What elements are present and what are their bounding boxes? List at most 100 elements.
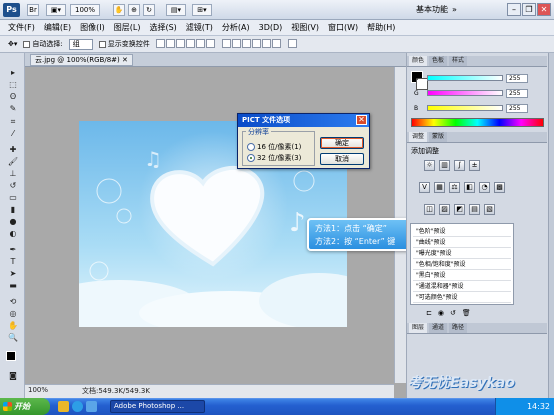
hand-tool-icon[interactable]: ✋ <box>113 4 125 16</box>
brightness-icon[interactable]: ☼ <box>424 160 435 171</box>
hand-icon[interactable]: ✋ <box>7 321 19 331</box>
preset-exposure[interactable]: "曝光度"预设 <box>413 248 511 259</box>
move-tool-icon[interactable]: ✥▾ <box>8 40 17 48</box>
option-32-bit[interactable]: 32 位/像素(3) <box>247 154 301 163</box>
quick-select-icon[interactable]: ✎ <box>7 104 19 114</box>
show-desktop-icon[interactable] <box>58 401 69 412</box>
brush-icon[interactable]: 🖌 <box>7 157 19 167</box>
close-window-button[interactable]: ✕ <box>537 3 551 16</box>
shape-icon[interactable]: ▬ <box>7 281 19 291</box>
tab-masks[interactable]: 蒙版 <box>429 132 448 142</box>
type-icon[interactable]: T <box>7 257 19 267</box>
preset-hue-saturation[interactable]: "色相/饱和度"预设 <box>413 259 511 270</box>
tab-channels[interactable]: 通道 <box>429 323 448 333</box>
green-value[interactable]: 255 <box>506 88 528 98</box>
delete-icon[interactable]: 🗑 <box>462 309 471 317</box>
preset-levels[interactable]: "色阶"预设 <box>413 226 511 237</box>
ok-button[interactable]: 确定 <box>320 137 364 149</box>
menu-3d[interactable]: 3D(D) <box>259 23 283 32</box>
blur-icon[interactable]: ● <box>7 217 19 227</box>
blue-slider[interactable] <box>427 105 503 111</box>
align-buttons[interactable] <box>155 38 216 50</box>
eyedropper-icon[interactable]: ⁄ <box>7 129 19 139</box>
menu-window[interactable]: 窗口(W) <box>328 22 358 33</box>
auto-select-dropdown[interactable]: 组 <box>68 38 93 50</box>
channel-mixer-icon[interactable]: ▩ <box>494 182 505 193</box>
exposure-icon[interactable]: ± <box>469 160 480 171</box>
workspace-switcher[interactable]: 基本功能 » <box>416 2 506 18</box>
gradient-icon[interactable]: ▮ <box>7 205 19 215</box>
move-icon[interactable]: ▸ <box>7 68 19 78</box>
red-value[interactable]: 255 <box>506 73 528 83</box>
menu-select[interactable]: 选择(S) <box>149 22 176 33</box>
zoom-icon[interactable]: 🔍 <box>7 333 19 343</box>
preset-black-white[interactable]: "黑白"预设 <box>413 270 511 281</box>
menu-layer[interactable]: 图层(L) <box>114 22 141 33</box>
radio-icon[interactable] <box>247 143 255 151</box>
minimize-button[interactable]: – <box>507 3 521 16</box>
menu-image[interactable]: 图像(I) <box>80 22 105 33</box>
menu-filter[interactable]: 滤镜(T) <box>186 22 213 33</box>
zoom-tool-icon[interactable]: ⊕ <box>128 4 140 16</box>
black-white-icon[interactable]: ◧ <box>464 182 475 193</box>
path-select-icon[interactable]: ➤ <box>7 269 19 279</box>
curves-icon[interactable]: ∫ <box>454 160 465 171</box>
quick-mask-icon[interactable]: ◙ <box>7 371 19 381</box>
red-slider[interactable] <box>427 75 503 81</box>
color-spectrum[interactable] <box>411 118 544 127</box>
lasso-icon[interactable]: ʘ <box>7 92 19 102</box>
cancel-button[interactable]: 取消 <box>320 153 364 165</box>
document-tab[interactable]: 云.jpg @ 100%(RGB/8#) ✕ <box>30 54 133 66</box>
pen-icon[interactable]: ✒ <box>7 245 19 255</box>
preset-curves[interactable]: "曲线"预设 <box>413 237 511 248</box>
hue-saturation-icon[interactable]: ▦ <box>434 182 445 193</box>
view-extras-button[interactable]: ▣▾ <box>46 4 66 16</box>
quicklaunch-icon[interactable] <box>86 401 97 412</box>
clone-stamp-icon[interactable]: ⊥ <box>7 169 19 179</box>
tab-layers[interactable]: 图层 <box>409 323 428 333</box>
eraser-icon[interactable]: ▭ <box>7 193 19 203</box>
option-16-bit[interactable]: 16 位/像素(1) <box>247 143 301 152</box>
selective-color-icon[interactable]: ▧ <box>484 204 495 215</box>
menu-file[interactable]: 文件(F) <box>8 22 35 33</box>
threshold-icon[interactable]: ◩ <box>454 204 465 215</box>
zoom-status[interactable]: 100% <box>28 386 48 394</box>
radio-selected-icon[interactable] <box>247 154 255 162</box>
tab-color[interactable]: 颜色 <box>409 56 428 66</box>
foreground-color-swatch[interactable] <box>6 351 16 361</box>
levels-icon[interactable]: ▥ <box>439 160 450 171</box>
browser-icon[interactable] <box>72 401 83 412</box>
visibility-icon[interactable]: ◉ <box>438 309 444 317</box>
menu-analysis[interactable]: 分析(A) <box>222 22 250 33</box>
zoom-level-dropdown[interactable]: 100% <box>70 4 100 16</box>
start-button[interactable]: 开始 <box>0 398 50 415</box>
green-slider[interactable] <box>427 90 503 96</box>
tab-adjustments[interactable]: 调整 <box>409 132 428 142</box>
3d-rotate-icon[interactable]: ⟲ <box>7 297 19 307</box>
preset-channel-mixer[interactable]: "通道混和器"预设 <box>413 281 511 292</box>
color-balance-icon[interactable]: ⚖ <box>449 182 460 193</box>
auto-align-button[interactable] <box>287 38 298 50</box>
bridge-button[interactable]: Br <box>27 4 39 16</box>
photo-filter-icon[interactable]: ◔ <box>479 182 490 193</box>
arrange-documents-button[interactable]: ▤▾ <box>166 4 186 16</box>
rotate-view-icon[interactable]: ↻ <box>143 4 155 16</box>
horizontal-scrollbar[interactable] <box>25 384 394 398</box>
close-icon[interactable]: ✕ <box>356 115 367 125</box>
distribute-buttons[interactable] <box>221 38 282 50</box>
preset-selective-color[interactable]: "可选颜色"预设 <box>413 292 511 303</box>
menu-help[interactable]: 帮助(H) <box>367 22 395 33</box>
vibrance-icon[interactable]: V <box>419 182 430 193</box>
show-transform-checkbox[interactable]: 显示变换控件 <box>98 39 150 49</box>
reset-icon[interactable]: ↺ <box>450 309 456 317</box>
clip-icon[interactable]: ⊏ <box>426 309 432 317</box>
crop-icon[interactable]: ⌗ <box>7 117 19 127</box>
menu-edit[interactable]: 编辑(E) <box>44 22 71 33</box>
marquee-icon[interactable]: ⬚ <box>7 80 19 90</box>
tab-swatches[interactable]: 色板 <box>429 56 448 66</box>
close-tab-icon[interactable]: ✕ <box>122 56 128 64</box>
dodge-icon[interactable]: ◐ <box>7 229 19 239</box>
gradient-map-icon[interactable]: ▤ <box>469 204 480 215</box>
photoshop-task-button[interactable]: Adobe Photoshop ... <box>110 400 205 413</box>
tab-styles[interactable]: 样式 <box>449 56 468 66</box>
